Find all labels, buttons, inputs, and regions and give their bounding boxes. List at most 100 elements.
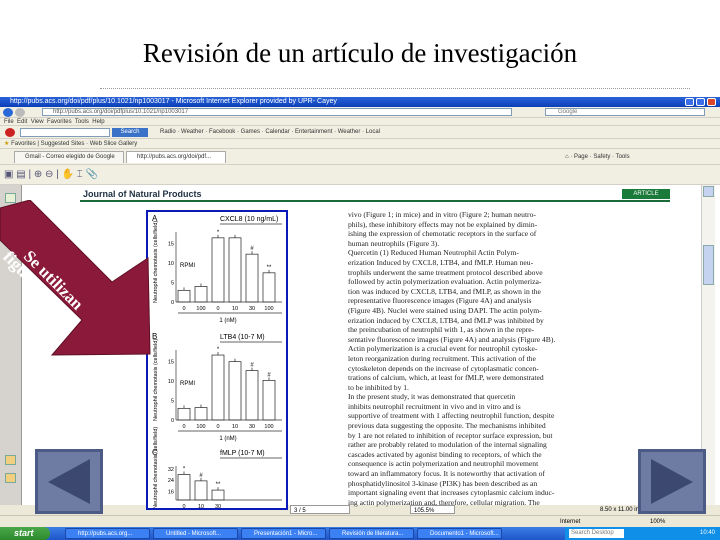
text-line: sentative fluorescence images (Figure 4A… [348,334,556,344]
text-line: Quercetin (1) Reduced Human Neutrophil A… [348,248,519,258]
clock: 10:40 [699,530,715,536]
search-input[interactable]: Google [545,108,705,116]
toolbar-link[interactable]: Calendar [265,129,289,135]
print-icon[interactable]: ▤ [16,169,25,180]
maximize-button[interactable] [696,98,705,106]
toolbar-link[interactable]: Facebook [209,129,235,135]
toolbar-search-input[interactable] [20,128,110,137]
zoom-out-icon[interactable]: ⊖ [45,169,53,180]
pdf-toolbar: ▣ ▤ | ⊕ ⊖ | ✋ ⌶ 📎 [0,165,720,185]
attachment-icon[interactable]: 📎 [86,169,98,180]
text-line: important signaling event that increases… [348,488,555,498]
figure-panel: A CXCL8 (10 ng/mL) Neutrophil chemotaxis (… [146,210,288,510]
bar [228,237,242,303]
star-icon: ★ [4,141,10,147]
x-tick-label: 0 [216,424,219,430]
control-label: RPMI [180,263,195,269]
tab-gmail[interactable]: Gmail - Correo elegido de Google [14,151,124,163]
taskbar-item[interactable]: Revisión de literatura... [329,528,414,539]
scroll-thumb[interactable] [703,245,714,285]
attachments-icon[interactable] [5,473,16,483]
toolbar-link[interactable]: Entertainment [295,129,332,135]
toolbar-links: Radio · Weather · Facebook · Games · Cal… [160,129,381,135]
x-axis-label: 1 (nM) [219,436,236,442]
bar [262,272,276,303]
zoom-in-icon[interactable]: ⊕ [34,169,42,180]
forward-icon[interactable] [15,108,25,117]
taskbar-item[interactable]: Untitled - Microsoft... [153,528,238,539]
minimize-button[interactable] [685,98,694,106]
menu-tools[interactable]: Tools [75,119,89,125]
y-tick-label: 15 [168,360,174,366]
page-number-field[interactable]: 3 / 5 [290,505,350,514]
toolbar-link[interactable]: Weather [181,129,204,135]
home-icon[interactable]: ⌂ [565,154,569,160]
taskbar: start http://pubs.acs.org... Untitled - … [0,527,720,540]
address-input[interactable]: http://pubs.acs.org/doi/pdfplus/10.1021/… [42,108,512,116]
toolbar-link[interactable]: Games [241,129,260,135]
bar [177,407,191,421]
bar [177,289,191,303]
slide-title: Revisión de un artículo de investigación [142,38,578,68]
header-rule [80,200,670,202]
taskbar-item[interactable]: Documento1 - Microsoft... [417,528,502,539]
toolbar-search-button[interactable]: Search [112,128,148,137]
x-tick-label: 100 [196,424,205,430]
suggested-sites-link[interactable]: Suggested Sites [41,141,85,147]
safety-menu[interactable]: Safety [593,154,610,160]
significance-mark: # [250,363,254,369]
menu-help[interactable]: Help [92,119,104,125]
text-line: trations of calcium, which, at least for… [348,373,544,383]
menu-file[interactable]: File [4,119,14,125]
toolbar-link[interactable]: Local [366,129,380,135]
favorites-button[interactable]: Favorites [11,141,36,147]
x-tick-label: 0 [182,306,185,312]
hand-tool-icon[interactable]: ✋ [62,169,74,180]
tab-pubs-acs[interactable]: http://pubs.acs.org/doi/pdf... [126,151,226,163]
menu-edit[interactable]: Edit [17,119,27,125]
y-tick-label: 32 [168,467,174,473]
bar [211,489,225,501]
page-menu[interactable]: Page [574,154,588,160]
chemotaxis-bar-charts: A CXCL8 (10 ng/mL)Neutrophil chemotaxis (… [152,214,282,510]
text-line: followed by actin polymerization evaluat… [348,277,542,287]
y-tick-label: 24 [168,478,174,484]
web-slice-gallery-link[interactable]: Web Slice Gallery [90,141,138,147]
select-tool-icon[interactable]: ⌶ [77,169,83,180]
menu-view[interactable]: View [31,119,44,125]
menu-favorites[interactable]: Favorites [47,119,72,125]
favorites-bar: ★ Favorites | Suggested Sites · Web Slic… [0,139,720,149]
toolbar-link[interactable]: Radio [160,129,176,135]
significance-mark: ** [216,482,221,488]
y-tick-label: 0 [171,418,174,424]
text-line: cascades activated by agonist binding to… [348,449,542,459]
significance-mark: # [267,372,271,378]
text-line: ishing the expression of chemotatic rece… [348,229,537,239]
start-button[interactable]: start [0,527,50,540]
save-icon[interactable]: ▣ [4,169,13,180]
desktop-search-input[interactable]: Search Desktop [569,529,624,538]
back-icon[interactable] [3,108,13,117]
layers-icon[interactable] [5,455,16,465]
previous-slide-button[interactable] [35,449,103,514]
next-slide-button[interactable] [638,449,706,514]
taskbar-item[interactable]: http://pubs.acs.org... [65,528,150,539]
scroll-up-button[interactable] [703,186,714,197]
x-tick-label: 100 [264,306,273,312]
article-body-text: vivo (Figure 1; in mice) and in vitro (F… [348,210,676,507]
text-line: supportive of treatment with 1 affecting… [348,411,555,421]
x-tick-label: 30 [249,424,255,430]
tools-menu[interactable]: Tools [616,154,630,160]
close-button[interactable] [707,98,716,106]
significance-mark: # [250,246,254,252]
text-line: erization induced by CXCL8, LTB4, and fM… [348,315,544,325]
bar [177,474,191,501]
taskbar-item[interactable]: Presentación1 - Micro... [241,528,326,539]
text-line: phils), these inhibitory effects may not… [348,219,538,229]
text-line: erization Induced by CXCL8, LTB4, and fM… [348,257,534,267]
status-bar: Internet 100% [0,515,720,527]
toolbar-link[interactable]: Weather [338,129,361,135]
significance-mark: # [199,473,203,479]
x-tick-label: 10 [232,424,238,430]
significance-mark: * [217,230,220,236]
